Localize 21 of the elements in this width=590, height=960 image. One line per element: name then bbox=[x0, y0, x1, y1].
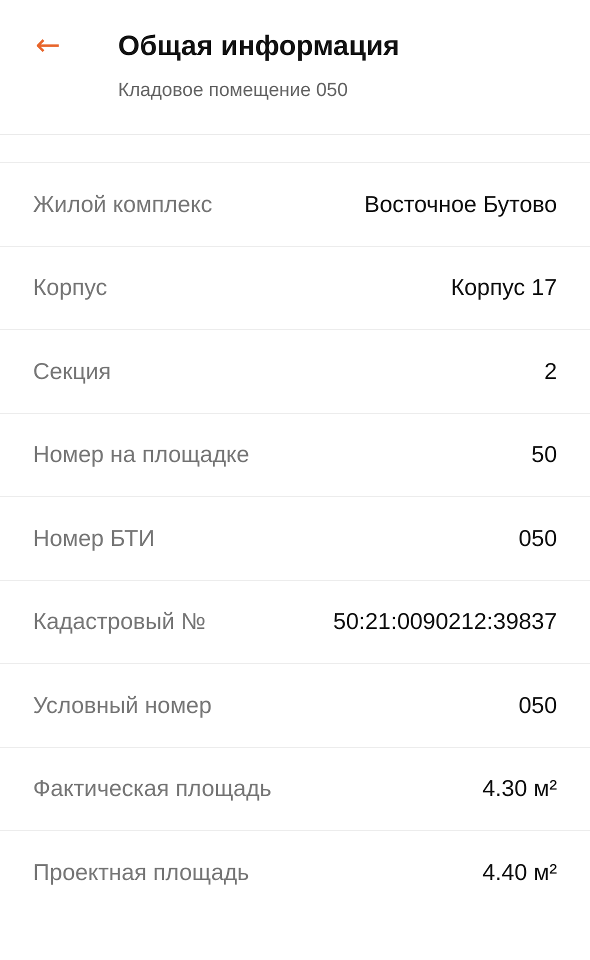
field-label: Корпус bbox=[33, 274, 108, 302]
page-subtitle: Кладовое помещение 050 bbox=[118, 80, 349, 102]
field-value: 4.30 м² bbox=[482, 775, 557, 802]
field-value: 50:21:0090212:39837 bbox=[333, 608, 557, 636]
field-label: Условный номер bbox=[33, 692, 212, 719]
field-value: Восточное Бутово bbox=[364, 190, 557, 218]
field-value: 2 bbox=[544, 358, 557, 385]
field-label: Номер БТИ bbox=[33, 524, 155, 552]
field-label: Кадастровый № bbox=[33, 608, 206, 636]
field-label: Жилой комплекс bbox=[33, 190, 212, 218]
field-label: Номер на площадке bbox=[33, 441, 250, 468]
field-label: Проектная площадь bbox=[33, 858, 250, 886]
field-label: Секция bbox=[33, 358, 111, 385]
back-button[interactable]: ← bbox=[30, 28, 66, 64]
field-value: 50 bbox=[531, 441, 557, 468]
field-label: Фактическая площадь bbox=[33, 775, 272, 802]
page-title: Общая информация bbox=[118, 29, 400, 63]
field-value: 050 bbox=[518, 524, 557, 552]
field-value: 4.40 м² bbox=[482, 858, 557, 886]
field-value: Корпус 17 bbox=[450, 274, 557, 302]
field-value: 050 bbox=[518, 692, 557, 719]
